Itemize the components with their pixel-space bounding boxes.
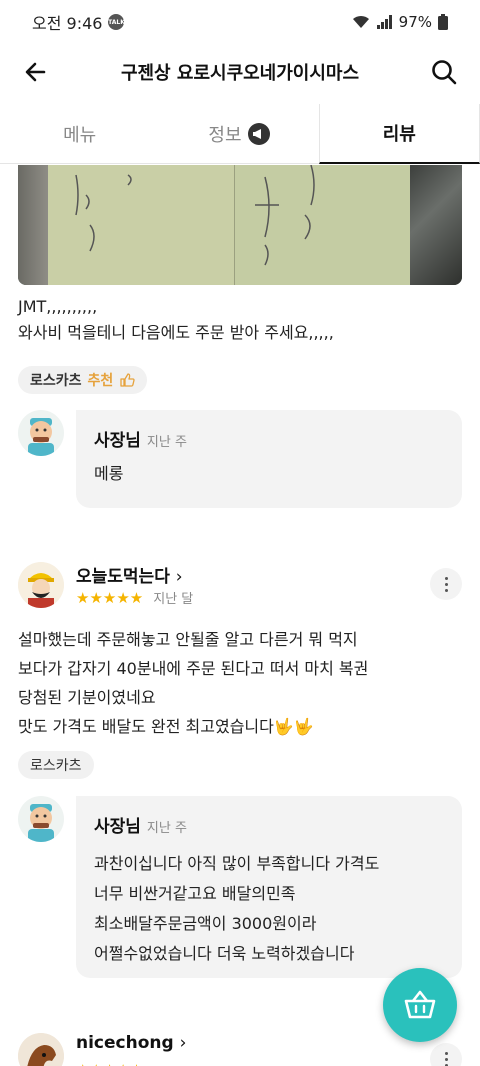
menu-chip[interactable]: 로스카츠 [18,751,94,779]
owner-name: 사장님 [94,817,141,837]
owner-reply-line: 과찬이십니다 아직 많이 부족합니다 가격도 [94,854,380,873]
chevron-right-icon: › [175,567,183,587]
megaphone-icon [247,122,270,145]
review-text: 설마했는데 주문해놓고 안될줄 알고 다른거 뭐 먹지 보다가 갑자기 40분내… [18,625,368,741]
review-list[interactable]: JMT,,,,,,,,,, 와사비 먹을테니 다음에도 주문 받아 주세요,,,… [0,165,480,1066]
review-line: 와사비 먹을테니 다음에도 주문 받아 주세요,,,,, [18,323,334,342]
tab-bar: 메뉴 정보 리뷰 [0,104,480,164]
owner-reply-bubble: 사장님 지난 주 과찬이십니다 아직 많이 부족합니다 가격도 너무 비싼거같고요… [76,796,462,978]
reviewer-name[interactable]: nicechong › [76,1033,186,1053]
battery-icon [438,14,448,30]
wifi-icon [352,15,369,28]
tab-reviews[interactable]: 리뷰 [318,104,480,164]
back-arrow-icon[interactable] [20,56,52,88]
menu-chip[interactable]: 로스카츠 추천 [18,366,148,394]
owner-reply-bubble: 사장님 지난 주 메롱 [76,410,462,508]
menu-chip-label: 로스카츠 [30,373,82,389]
more-options-button[interactable] [430,568,462,600]
rating-stars: ★★★★★ 지난 달 [76,588,194,608]
review-line: 당첨된 기분이였네요 [18,688,156,707]
review-header: 오늘도먹는다 › ★★★★★ 지난 달 [18,562,462,612]
star-rating: ★★★★★ [76,1061,143,1066]
tab-menu[interactable]: 메뉴 [0,104,159,163]
reviewer-avatar[interactable] [18,1033,64,1066]
search-icon[interactable] [428,56,460,88]
review-line: JMT,,,,,,,,,, [18,297,98,316]
thumbs-up-icon [120,373,135,387]
review-time: 지난 달 [153,592,194,607]
owner-reply-time: 지난 주 [146,821,187,836]
page-title: 구젠상 요로시쿠오네가이시마스 [120,63,360,84]
reviewer-name-label: 오늘도먹는다 [76,567,170,587]
review-text: JMT,,,,,,,,,, 와사비 먹을테니 다음에도 주문 받아 주세요,,,… [18,294,334,346]
handwriting-image [255,165,315,266]
basket-icon [404,990,436,1019]
app-bar: 구젠상 요로시쿠오네가이시마스 [0,44,480,100]
handwriting-image [75,174,132,252]
owner-reply-line: 어쩔수없었습니다 더욱 노력하겠습니다 [94,944,355,963]
tab-menu-label: 메뉴 [63,124,97,146]
tab-info[interactable]: 정보 [159,104,318,163]
recommend-label: 추천 [87,373,114,389]
chevron-right-icon: › [179,1033,187,1053]
review-header: nicechong › ★★★★★ [18,1033,462,1066]
owner-avatar [18,796,64,842]
owner-avatar [18,410,64,456]
reviewer-name-label: nicechong [76,1033,174,1053]
reviewer-name[interactable]: 오늘도먹는다 › [76,562,183,587]
status-bar: 오전 9:46 TALK 97% [0,0,480,44]
sticky-note [234,165,410,285]
owner-reply-line: 최소배달주문금액이 3000원이라 [94,914,317,933]
cart-button[interactable] [383,968,457,1042]
owner-reply-time: 지난 주 [146,435,187,450]
battery-percent: 97% [398,13,432,31]
rating-stars: ★★★★★ [76,1061,143,1066]
reviewer-avatar[interactable] [18,562,64,608]
talk-notification-icon: TALK [108,14,125,30]
review-line: 설마했는데 주문해놓고 안될줄 알고 다른거 뭐 먹지 [18,630,358,649]
review-line: 보다가 갑자기 40분내에 주문 된다고 떠서 마치 복권 [18,659,369,678]
signal-icon [376,15,392,29]
owner-reply-line: 메롱 [94,464,124,483]
review-line: 맛도 가격도 배달도 완전 최고였습니다🤟🤟 [18,717,314,736]
menu-chip-label: 로스카츠 [30,758,82,774]
tab-reviews-label: 리뷰 [382,124,416,145]
status-time: 오전 9:46 [32,14,103,33]
owner-reply-line: 너무 비싼거같고요 배달의민족 [94,884,296,903]
owner-name: 사장님 [94,431,141,451]
sticky-note [48,165,234,285]
tab-info-label: 정보 [208,124,242,146]
review-photo[interactable] [18,165,462,285]
more-options-button[interactable] [430,1043,462,1066]
star-rating: ★★★★★ [76,588,144,607]
